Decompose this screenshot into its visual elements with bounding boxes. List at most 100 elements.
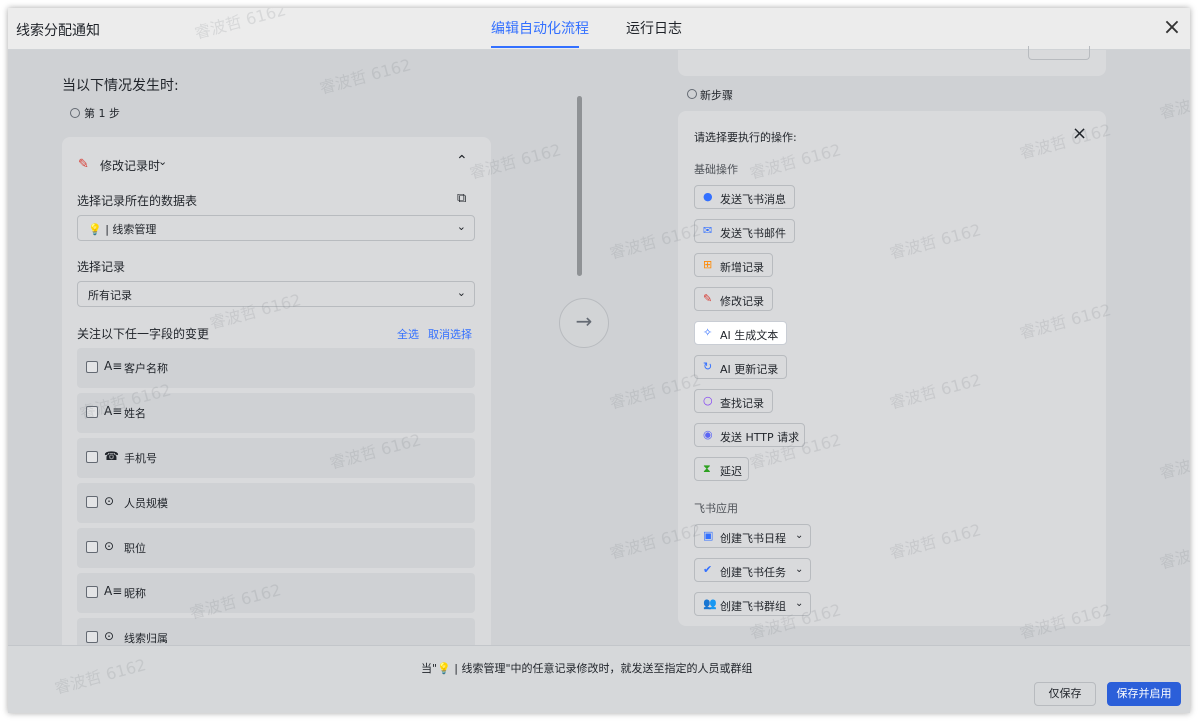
check-icon: ✔ bbox=[703, 563, 713, 576]
field-row-nickname[interactable]: A≡ 昵称 bbox=[77, 573, 475, 613]
table-select-value: 💡 | 线索管理 bbox=[88, 223, 157, 236]
record-select[interactable]: 所有记录 ⌄ bbox=[77, 281, 475, 307]
external-link-icon[interactable]: ⧉ bbox=[457, 191, 466, 206]
dialog-header: 线索分配通知 编辑自动化流程 运行日志 × bbox=[8, 8, 1190, 50]
mail-icon: ✉ bbox=[703, 224, 713, 237]
op-send-mail-button[interactable]: ✉ 发送飞书邮件 bbox=[694, 219, 795, 243]
trigger-heading: 当以下情况发生时: bbox=[62, 78, 179, 94]
chevron-down-icon: ⌄ bbox=[795, 598, 804, 609]
scrollbar[interactable] bbox=[577, 96, 582, 276]
op-create-calendar-button[interactable]: ▣ 创建飞书日程 ⌄ bbox=[694, 524, 811, 548]
text-field-icon: A≡ bbox=[104, 404, 123, 418]
op-http-request-button[interactable]: ◉ 发送 HTTP 请求 bbox=[694, 423, 805, 447]
op-send-message-button[interactable]: ● 发送飞书消息 bbox=[694, 185, 795, 209]
checkbox[interactable] bbox=[86, 496, 98, 508]
save-and-enable-button[interactable]: 保存并启用 bbox=[1107, 682, 1181, 706]
text-field-icon: A≡ bbox=[104, 584, 123, 598]
step-label: 第 1 步 bbox=[84, 107, 120, 120]
op-label: 创建飞书日程 bbox=[720, 532, 786, 545]
field-label: 客户名称 bbox=[124, 362, 168, 375]
record-label: 选择记录 bbox=[77, 260, 126, 274]
table-label: 选择记录所在的数据表 bbox=[77, 194, 198, 208]
group-icon: 👥 bbox=[703, 597, 717, 610]
op-label: 延迟 bbox=[720, 465, 742, 478]
checkbox[interactable] bbox=[86, 451, 98, 463]
field-label: 姓名 bbox=[124, 407, 146, 420]
deselect-link[interactable]: 取消选择 bbox=[428, 326, 472, 342]
field-row-position[interactable]: ⊙ 职位 bbox=[77, 528, 475, 568]
checkbox[interactable] bbox=[86, 541, 98, 553]
field-row-phone[interactable]: ☎ 手机号 bbox=[77, 438, 475, 478]
fields-label: 关注以下任一字段的变更 bbox=[77, 327, 210, 341]
op-create-task-button[interactable]: ✔ 创建飞书任务 ⌄ bbox=[694, 558, 811, 582]
phone-icon: ☎ bbox=[104, 449, 119, 463]
previous-step-card bbox=[678, 46, 1106, 76]
op-label: 发送飞书消息 bbox=[720, 193, 786, 206]
text-field-icon: A≡ bbox=[104, 359, 123, 373]
op-label: 修改记录 bbox=[720, 295, 764, 308]
hourglass-icon: ⧗ bbox=[703, 462, 711, 475]
tab-edit-flow[interactable]: 编辑自动化流程 bbox=[491, 18, 589, 38]
trigger-type-label[interactable]: 修改记录时 bbox=[100, 157, 160, 174]
op-ai-generate-text-button[interactable]: ✧ AI 生成文本 bbox=[694, 321, 787, 345]
field-row-staff-size[interactable]: ⊙ 人员规模 bbox=[77, 483, 475, 523]
op-label: AI 更新记录 bbox=[720, 363, 779, 376]
op-ai-update-record-button[interactable]: ↻ AI 更新记录 bbox=[694, 355, 787, 379]
op-add-record-button[interactable]: ⊞ 新增记录 bbox=[694, 253, 773, 277]
new-step-label: 新步骤 bbox=[700, 89, 733, 102]
op-create-group-button[interactable]: 👥 创建飞书群组 ⌄ bbox=[694, 592, 811, 616]
chevron-down-icon[interactable]: ⌄ bbox=[158, 155, 167, 168]
field-row-customer-name[interactable]: A≡ 客户名称 bbox=[77, 348, 475, 388]
select-all-link[interactable]: 全选 bbox=[397, 326, 419, 342]
watermark: 睿波哲 6162 bbox=[1157, 80, 1190, 123]
action-picker-card: 请选择要执行的操作: × 基础操作 ● 发送飞书消息 ✉ 发送飞书邮件 ⊞ 新增… bbox=[678, 111, 1106, 626]
close-icon[interactable]: × bbox=[1160, 16, 1184, 40]
op-label: 发送飞书邮件 bbox=[720, 227, 786, 240]
close-icon[interactable]: × bbox=[1072, 125, 1087, 143]
field-row-lead-owner[interactable]: ⊙ 线索归属 bbox=[77, 618, 475, 645]
table-select[interactable]: 💡 | 线索管理 ⌄ bbox=[77, 215, 475, 241]
edit-icon: ✎ bbox=[78, 157, 89, 172]
tab-run-log[interactable]: 运行日志 bbox=[626, 18, 682, 38]
save-only-button[interactable]: 仅保存 bbox=[1034, 682, 1096, 706]
section-basic-ops: 基础操作 bbox=[694, 163, 738, 176]
op-label: 创建飞书群组 bbox=[720, 600, 786, 613]
field-label: 职位 bbox=[124, 542, 146, 555]
op-find-record-button[interactable]: ○ 查找记录 bbox=[694, 389, 773, 413]
field-label: 线索归属 bbox=[124, 632, 168, 645]
section-feishu-apps: 飞书应用 bbox=[694, 502, 738, 515]
search-icon: ○ bbox=[703, 394, 713, 407]
op-label: AI 生成文本 bbox=[720, 329, 779, 342]
globe-icon: ◉ bbox=[703, 428, 713, 441]
record-select-value: 所有记录 bbox=[88, 289, 132, 302]
watermark: 睿波哲 6162 bbox=[1157, 440, 1190, 483]
checkbox[interactable] bbox=[86, 631, 98, 643]
field-label: 人员规模 bbox=[124, 497, 168, 510]
trigger-card: ✎ 修改记录时 ⌄ ⌃ 选择记录所在的数据表 ⧉ 💡 | 线索管理 ⌄ 选择记录… bbox=[62, 137, 491, 645]
active-tab-indicator bbox=[491, 46, 579, 48]
trigger-pane: 当以下情况发生时: 第 1 步 ✎ 修改记录时 ⌄ ⌃ 选择记录所在的数据表 ⧉… bbox=[8, 51, 583, 645]
op-delay-button[interactable]: ⧗ 延迟 bbox=[694, 457, 749, 481]
op-label: 新增记录 bbox=[720, 261, 764, 274]
chevron-down-icon: ⌄ bbox=[456, 220, 466, 233]
checkbox[interactable] bbox=[86, 361, 98, 373]
chevron-up-icon[interactable]: ⌃ bbox=[456, 153, 468, 169]
flow-arrow: → bbox=[559, 298, 609, 348]
refresh-icon: ↻ bbox=[703, 360, 713, 373]
single-select-icon: ⊙ bbox=[104, 539, 115, 553]
previous-step-button[interactable] bbox=[1028, 46, 1090, 60]
message-icon: ● bbox=[703, 190, 713, 203]
field-label: 昵称 bbox=[124, 587, 146, 600]
op-label: 创建飞书任务 bbox=[720, 566, 786, 579]
step-dot-icon bbox=[70, 108, 80, 118]
op-edit-record-button[interactable]: ✎ 修改记录 bbox=[694, 287, 773, 311]
single-select-icon: ⊙ bbox=[104, 494, 115, 508]
checkbox[interactable] bbox=[86, 406, 98, 418]
checkbox[interactable] bbox=[86, 586, 98, 598]
add-record-icon: ⊞ bbox=[703, 258, 713, 271]
flow-summary: 当"💡 | 线索管理"中的任意记录修改时，就发送至指定的人员或群组 bbox=[421, 662, 753, 675]
automation-dialog: 线索分配通知 编辑自动化流程 运行日志 × 当以下情况发生时: 第 1 步 ✎ … bbox=[8, 8, 1190, 713]
field-label: 手机号 bbox=[124, 452, 157, 465]
field-row-name[interactable]: A≡ 姓名 bbox=[77, 393, 475, 433]
op-label: 发送 HTTP 请求 bbox=[720, 431, 800, 444]
